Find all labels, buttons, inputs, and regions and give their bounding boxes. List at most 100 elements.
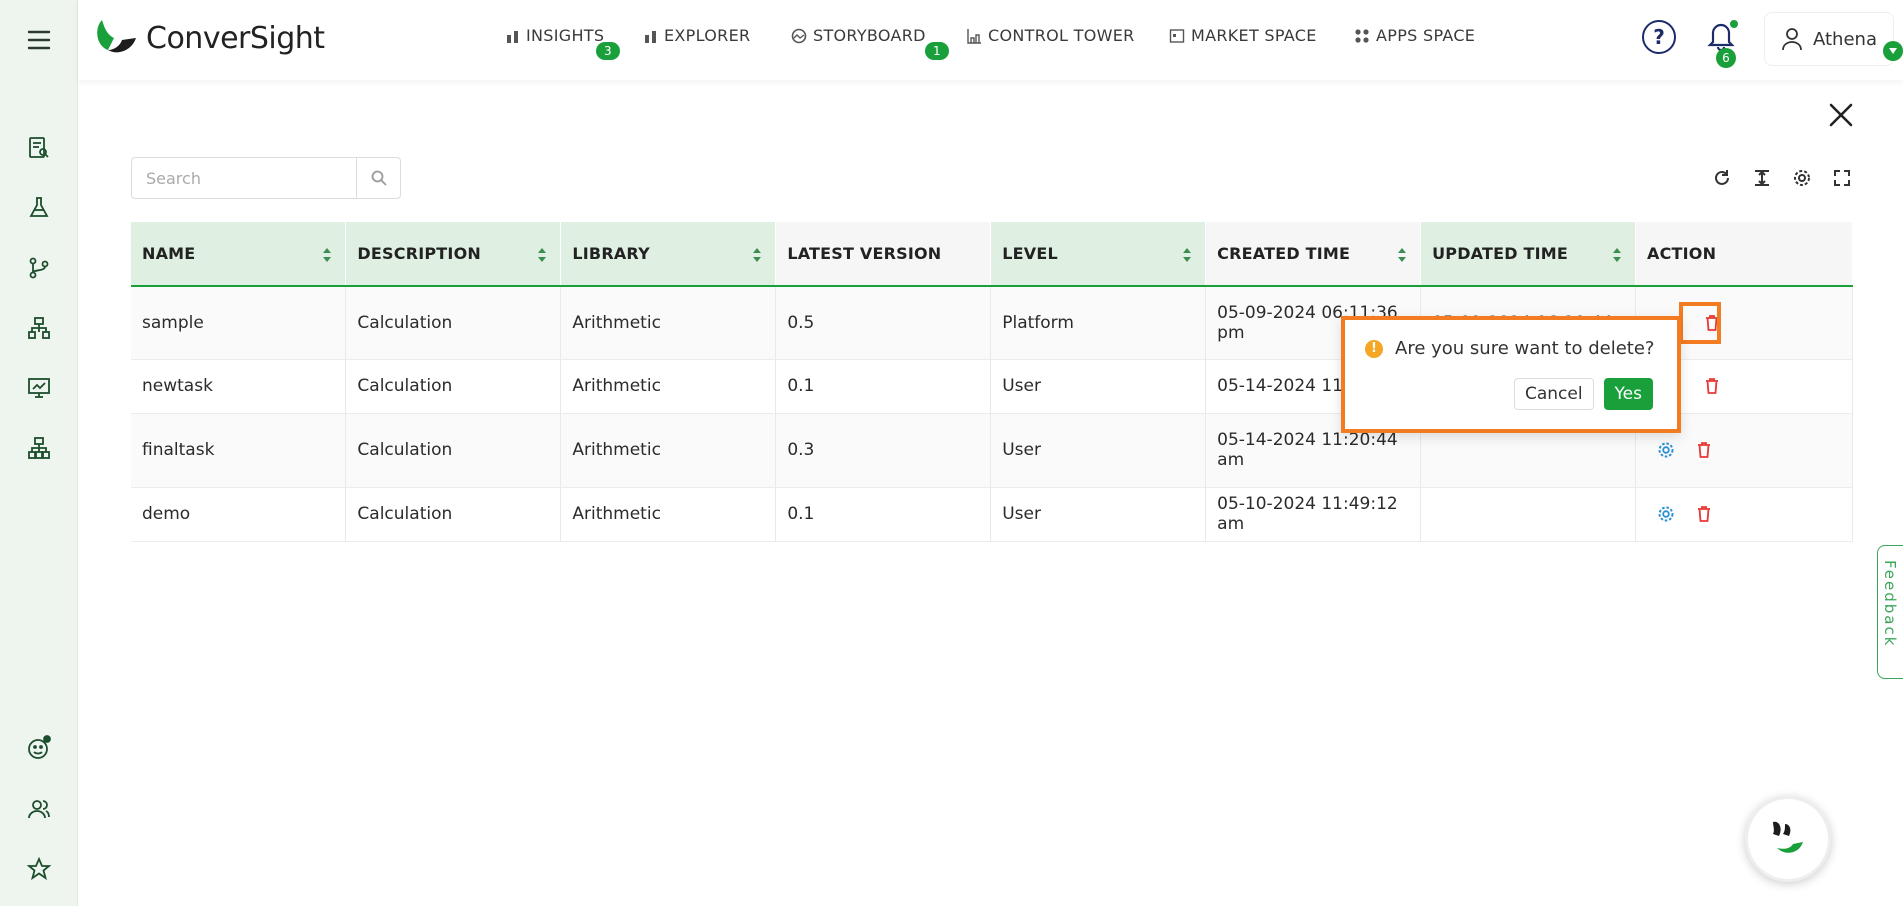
cell-name: sample: [131, 286, 347, 360]
storyboard-badge: 1: [925, 42, 949, 60]
cell-version: 0.3: [775, 413, 992, 488]
nav-market-space-label: MARKET SPACE: [1191, 26, 1317, 45]
table-row[interactable]: demo Calculation Arithmetic 0.1 User 05-…: [131, 487, 1853, 542]
sort-icon[interactable]: [751, 246, 763, 264]
confirm-message: Are you sure want to delete?: [1395, 338, 1655, 359]
search-input[interactable]: [132, 158, 357, 198]
header-label: NAME: [142, 244, 196, 263]
delete-icon[interactable]: [1697, 506, 1711, 522]
header-label: LEVEL: [1002, 244, 1058, 263]
chatbot-logo-icon: [1773, 821, 1803, 853]
sort-icon[interactable]: [536, 246, 548, 264]
column-header-action: ACTION: [1635, 222, 1853, 287]
column-header-level[interactable]: LEVEL: [990, 222, 1207, 287]
cell-name: newtask: [131, 359, 347, 414]
feedback-tab[interactable]: Feedback: [1877, 545, 1903, 679]
nav-market-space[interactable]: MARKET SPACE: [1169, 26, 1317, 45]
conversight-logo-icon: [97, 20, 136, 53]
user-menu[interactable]: Athena: [1764, 12, 1903, 66]
market-space-icon: [1169, 28, 1185, 43]
cell-level: User: [990, 413, 1207, 488]
cancel-button[interactable]: Cancel: [1513, 378, 1594, 410]
assistant-face-icon[interactable]: [19, 728, 59, 768]
cell-created: 05-10-2024 11:49:12 am: [1205, 487, 1422, 542]
sort-icon[interactable]: [1611, 246, 1623, 264]
settings-gear-icon[interactable]: [1790, 166, 1814, 190]
brand-name: ConverSight: [146, 20, 325, 56]
help-icon[interactable]: ?: [1642, 20, 1676, 54]
cell-library: Arithmetic: [560, 359, 777, 414]
nav-explorer-label: EXPLORER: [664, 26, 751, 45]
flask-icon[interactable]: [19, 188, 59, 228]
delete-highlight-box: [1679, 302, 1721, 344]
cell-action: [1635, 487, 1853, 542]
cell-updated: [1420, 487, 1637, 542]
cell-description: Calculation: [345, 359, 562, 414]
sort-icon[interactable]: [321, 246, 333, 264]
delete-icon[interactable]: [1697, 442, 1711, 458]
gear-icon[interactable]: [1657, 505, 1675, 523]
feedback-label: Feedback: [1881, 560, 1899, 648]
chevron-down-icon[interactable]: [1883, 41, 1903, 61]
column-header-updated-time[interactable]: UPDATED TIME: [1420, 222, 1637, 287]
hierarchy-icon[interactable]: [19, 308, 59, 348]
brand-logo[interactable]: ConverSight: [92, 16, 325, 60]
header-label: UPDATED TIME: [1432, 244, 1569, 263]
fullscreen-icon[interactable]: [1830, 166, 1854, 190]
org-chart-icon[interactable]: [19, 428, 59, 468]
branch-icon[interactable]: [19, 248, 59, 288]
header-label: LATEST VERSION: [787, 244, 942, 263]
cell-version: 0.1: [775, 487, 992, 542]
cell-library: Arithmetic: [560, 487, 777, 542]
insights-badge: 3: [596, 42, 620, 60]
cell-name: finaltask: [131, 413, 347, 488]
cell-description: Calculation: [345, 286, 562, 360]
yes-button[interactable]: Yes: [1603, 378, 1653, 410]
users-icon[interactable]: [19, 789, 59, 829]
cell-description: Calculation: [345, 487, 562, 542]
notifications-button[interactable]: 6: [1704, 18, 1738, 68]
nav-apps-space[interactable]: APPS SPACE: [1354, 26, 1475, 45]
delete-icon[interactable]: [1705, 378, 1719, 394]
apps-grid-icon: [1355, 28, 1369, 43]
notification-count-badge: 6: [1716, 48, 1736, 68]
search-icon[interactable]: [356, 158, 400, 198]
star-icon[interactable]: [19, 849, 59, 889]
chatbot-launcher[interactable]: [1745, 796, 1831, 882]
sort-icon[interactable]: [1181, 246, 1193, 264]
menu-icon[interactable]: [19, 20, 59, 60]
gear-icon[interactable]: [1657, 441, 1675, 459]
cell-library: Arithmetic: [560, 413, 777, 488]
column-header-latest-version: LATEST VERSION: [775, 222, 992, 287]
delete-confirm-popup: ! Are you sure want to delete? Cancel Ye…: [1341, 316, 1681, 433]
nav-control-tower[interactable]: CONTROL TOWER: [966, 26, 1135, 45]
nav-explorer[interactable]: EXPLORER: [644, 26, 750, 45]
warning-icon: !: [1365, 339, 1383, 358]
header-label: LIBRARY: [572, 244, 650, 263]
nav-apps-space-label: APPS SPACE: [1376, 26, 1476, 45]
sort-icon[interactable]: [1396, 246, 1408, 264]
column-header-description[interactable]: DESCRIPTION: [345, 222, 562, 287]
nav-insights[interactable]: INSIGHTS 3: [506, 26, 620, 60]
cell-level: User: [990, 359, 1207, 414]
nav-storyboard[interactable]: STORYBOARD 1: [791, 26, 949, 60]
nav-insights-label: INSIGHTS: [526, 26, 605, 45]
user-name: Athena: [1813, 28, 1877, 50]
presentation-icon[interactable]: [19, 368, 59, 408]
cell-version: 0.5: [775, 286, 992, 360]
report-icon[interactable]: [19, 128, 59, 168]
user-icon: [1782, 28, 1802, 51]
column-header-name[interactable]: NAME: [131, 222, 347, 287]
close-icon[interactable]: [1826, 100, 1856, 130]
cell-level: User: [990, 487, 1207, 542]
header-label: CREATED TIME: [1217, 244, 1351, 263]
storyboard-icon: [791, 28, 807, 43]
cell-description: Calculation: [345, 413, 562, 488]
column-header-created-time[interactable]: CREATED TIME: [1205, 222, 1422, 287]
bar-chart-icon: [507, 30, 518, 43]
nav-control-tower-label: CONTROL TOWER: [988, 26, 1135, 45]
column-header-library[interactable]: LIBRARY: [560, 222, 777, 287]
explorer-bar-icon: [645, 30, 656, 43]
column-height-icon[interactable]: [1750, 166, 1774, 190]
refresh-icon[interactable]: [1710, 166, 1734, 190]
